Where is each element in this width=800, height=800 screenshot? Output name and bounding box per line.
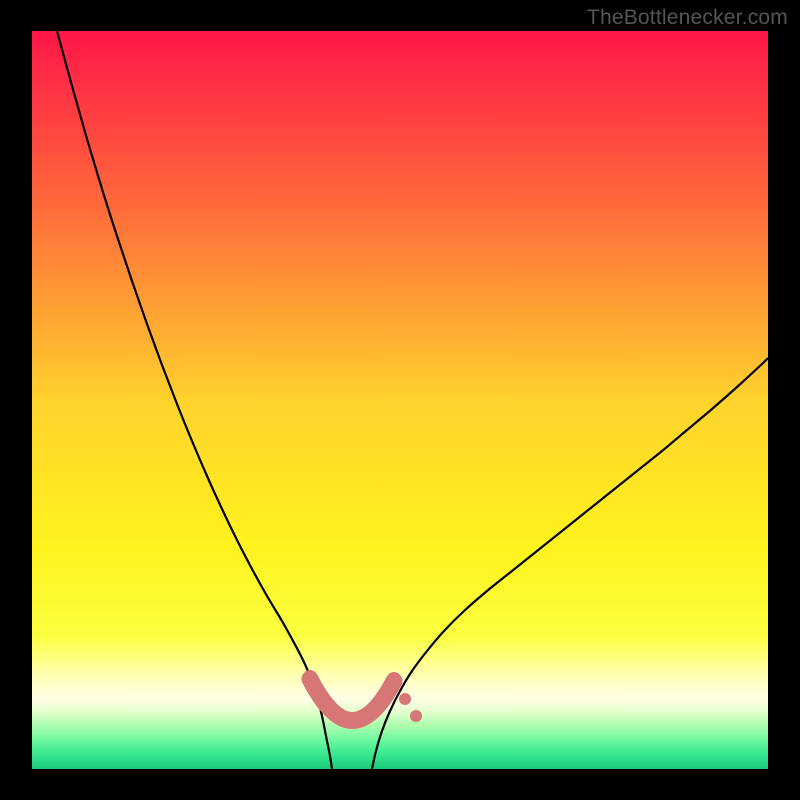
watermark-text: TheBottlenecker.com (587, 6, 788, 30)
chart-frame (32, 31, 768, 769)
chart-background-gradient (32, 31, 768, 769)
